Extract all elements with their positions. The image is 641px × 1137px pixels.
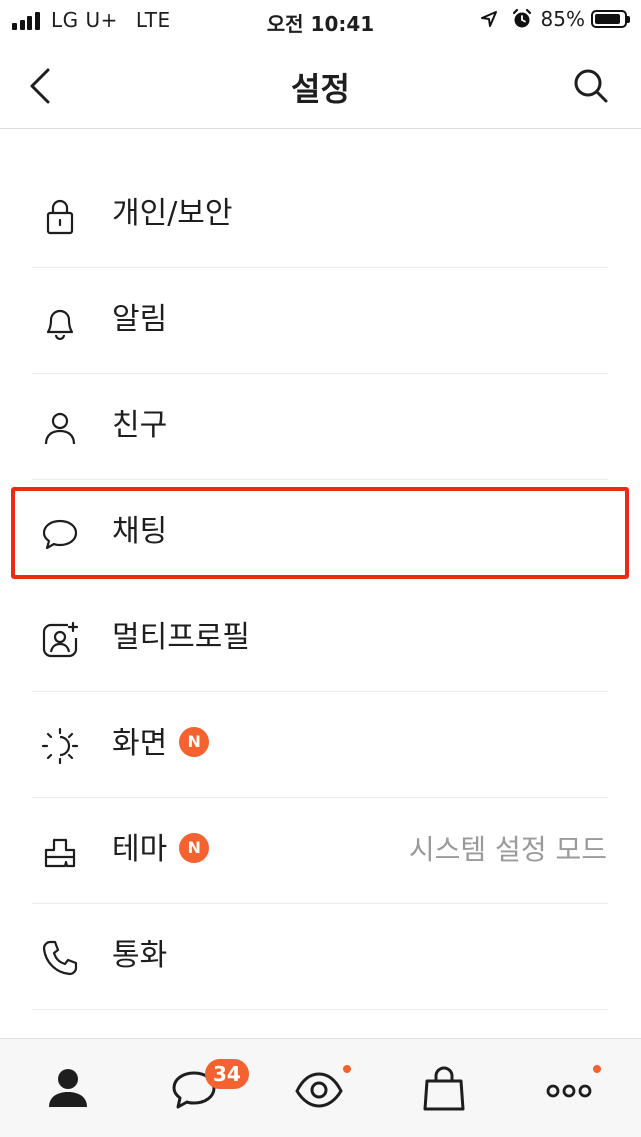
highlight-box bbox=[11, 487, 629, 579]
tab-shopping[interactable] bbox=[416, 1061, 472, 1117]
eye-icon bbox=[295, 1072, 343, 1108]
divider bbox=[32, 1009, 608, 1010]
settings-item-privacy[interactable]: 개인/보안 bbox=[0, 162, 641, 268]
new-dot-view bbox=[343, 1065, 351, 1073]
bottom-tab-bar: 34 bbox=[0, 1038, 641, 1137]
tab-more[interactable] bbox=[541, 1061, 597, 1117]
settings-item-calls[interactable]: 통화 bbox=[0, 904, 641, 1010]
settings-item-label: 테마 bbox=[112, 832, 168, 867]
phone-icon bbox=[42, 940, 78, 976]
theme-mode-value: 시스템 설정 모드 bbox=[408, 833, 607, 866]
settings-item-label: 통화 bbox=[112, 938, 168, 973]
settings-item-multiprofile[interactable]: 멀티프로필 bbox=[0, 586, 641, 692]
settings-item-friends[interactable]: 친구 bbox=[0, 374, 641, 480]
display-brightness-icon bbox=[41, 727, 79, 765]
header: 설정 bbox=[0, 42, 641, 129]
tab-friends[interactable] bbox=[40, 1061, 96, 1117]
settings-item-label-with-badge: 화면 N bbox=[112, 724, 210, 764]
more-dots-icon bbox=[546, 1084, 592, 1098]
location-arrow-icon bbox=[480, 11, 497, 27]
settings-list: 개인/보안 알림 친구 채팅 멀티프로필 화면 N 테마 N 시스템 설정 모드… bbox=[0, 162, 641, 1010]
person-filled-icon bbox=[49, 1069, 87, 1107]
theme-brush-icon bbox=[44, 838, 76, 868]
search-icon[interactable] bbox=[571, 64, 611, 108]
status-right: 85% bbox=[479, 7, 630, 31]
alarm-clock-icon bbox=[512, 8, 531, 28]
settings-item-theme[interactable]: 테마 N 시스템 설정 모드 bbox=[0, 798, 641, 904]
shopping-bag-icon bbox=[423, 1066, 465, 1111]
settings-item-label: 화면 bbox=[112, 726, 168, 761]
unread-count-badge: 34 bbox=[205, 1059, 249, 1089]
settings-item-display[interactable]: 화면 N bbox=[0, 692, 641, 798]
status-bar: LG U+ LTE 오전 10:41 85% bbox=[0, 0, 641, 42]
settings-item-label-with-badge: 테마 N bbox=[112, 830, 210, 870]
new-dot-more bbox=[593, 1065, 601, 1073]
new-badge: N bbox=[179, 832, 210, 863]
settings-item-label: 친구 bbox=[112, 408, 168, 443]
settings-item-label: 개인/보안 bbox=[112, 196, 233, 231]
bell-icon bbox=[46, 309, 74, 341]
battery-icon bbox=[591, 10, 630, 28]
multi-profile-icon bbox=[42, 621, 79, 658]
page-title: 설정 bbox=[291, 70, 350, 108]
lock-icon bbox=[46, 199, 74, 235]
new-badge: N bbox=[179, 726, 210, 757]
person-icon bbox=[44, 412, 76, 445]
settings-item-label: 멀티프로필 bbox=[112, 620, 250, 655]
battery-percent: 85% bbox=[540, 7, 585, 31]
tab-view[interactable] bbox=[291, 1061, 347, 1117]
settings-item-label: 알림 bbox=[112, 302, 168, 337]
settings-item-notifications[interactable]: 알림 bbox=[0, 268, 641, 374]
